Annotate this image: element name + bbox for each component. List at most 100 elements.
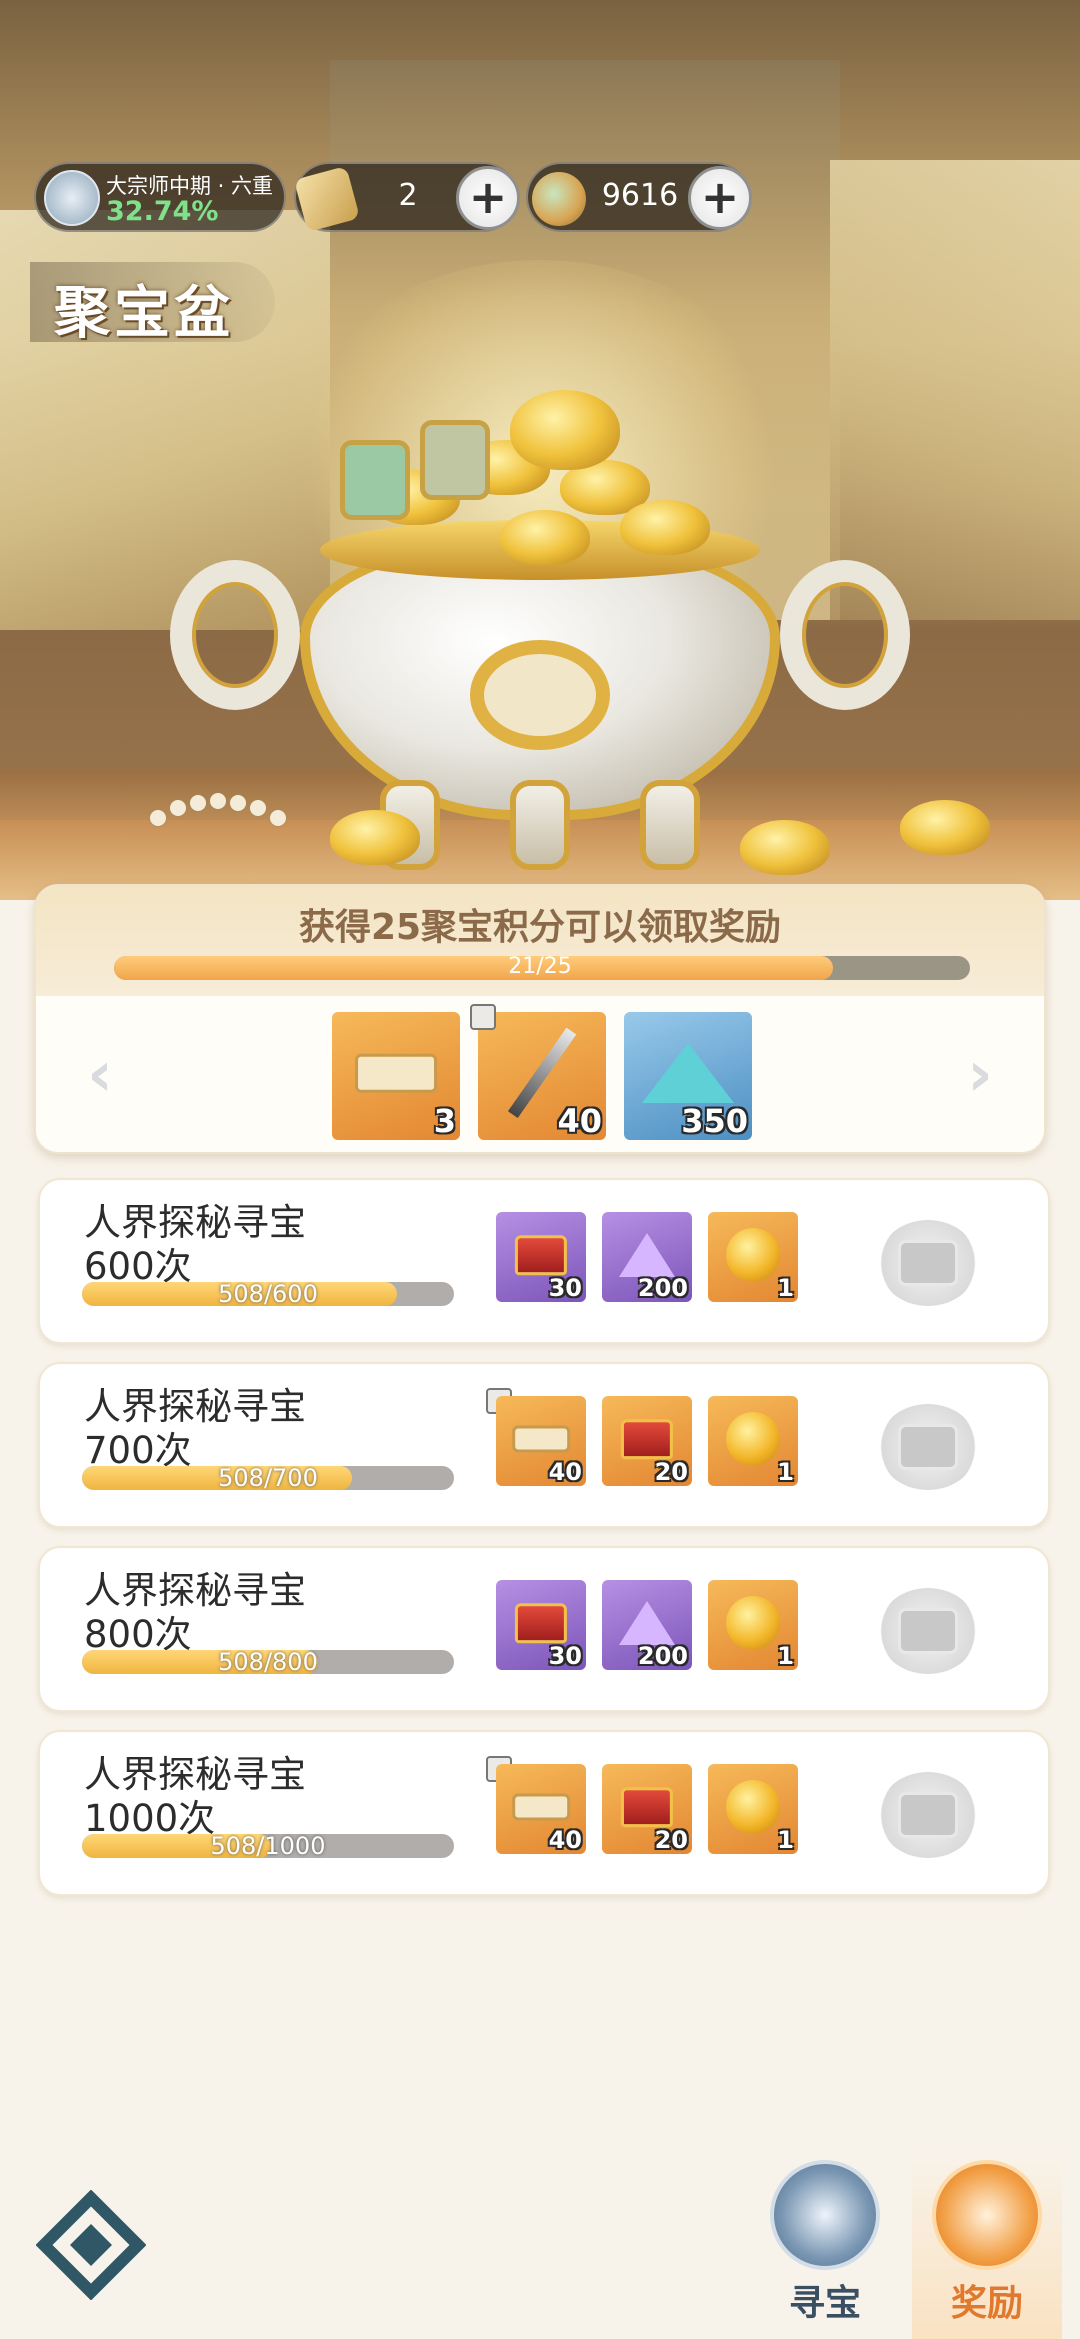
gold-ingot-icon — [740, 820, 830, 875]
teapot-icon — [510, 390, 620, 470]
currency-spirit-stone-counter: 9616 + — [526, 162, 752, 232]
add-spirit-stone-button[interactable]: + — [688, 166, 752, 230]
reward-quantity: 40 — [557, 1102, 602, 1140]
red-chest-icon — [514, 1235, 568, 1275]
gold-ingot-icon — [500, 510, 590, 565]
reward-quantity: 1 — [777, 1458, 794, 1486]
gold-coin-icon — [726, 1228, 780, 1283]
fragment-badge-icon — [470, 1004, 496, 1030]
page-title-banner: 聚宝盆 — [30, 262, 275, 346]
pot-leg — [640, 780, 700, 870]
tab-rewards[interactable]: 奖励 — [912, 2150, 1062, 2339]
reward-quantity: 1 — [777, 1274, 794, 1302]
scroll-icon — [512, 1425, 570, 1453]
reward-item-red-chest[interactable]: 20 — [602, 1396, 692, 1486]
task-progress-text: 508/1000 — [210, 1832, 326, 1860]
spirit-stone-icon — [532, 172, 586, 226]
scroll-icon — [512, 1793, 570, 1821]
gold-ingot-icon — [620, 500, 710, 555]
gold-ingot-icon — [900, 800, 990, 855]
reward-item-scroll[interactable]: 3 — [332, 1012, 460, 1140]
reward-item-scroll[interactable]: 40 — [496, 1764, 586, 1854]
cultivation-rank-badge[interactable]: 大宗师中期 · 六重 32.74% — [34, 162, 286, 232]
locked-chest-icon — [898, 1240, 958, 1286]
avatar — [44, 170, 100, 226]
reward-item-scroll[interactable]: 40 — [496, 1396, 586, 1486]
task-progress-text: 508/700 — [218, 1464, 318, 1492]
pearl-icon — [210, 793, 226, 809]
chevron-left-icon[interactable]: ‹ — [70, 1043, 130, 1106]
reward-quantity: 20 — [654, 1458, 688, 1486]
purple-gem-icon — [619, 1601, 675, 1646]
rank-progress-percent: 32.74% — [106, 196, 219, 227]
reward-quantity: 1 — [777, 1642, 794, 1670]
pearl-icon — [190, 795, 206, 811]
red-chest-icon — [514, 1603, 568, 1643]
locked-chest-icon — [898, 1608, 958, 1654]
reward-quantity: 1 — [777, 1826, 794, 1854]
pearl-icon — [150, 810, 166, 826]
claim-chest-button[interactable] — [878, 1588, 978, 1674]
menu-diamond-icon[interactable] — [36, 2190, 146, 2300]
pearl-icon — [170, 800, 186, 816]
background-panel — [830, 160, 1080, 620]
reward-item-purple-gem[interactable]: 200 — [602, 1212, 692, 1302]
task-progress-text: 508/600 — [218, 1280, 318, 1308]
rewards-icon — [932, 2160, 1042, 2270]
milestone-header: 获得25聚宝积分可以领取奖励 21/25 — [36, 886, 1044, 996]
jade-token-icon — [340, 440, 410, 520]
milestone-progress-text: 21/25 — [508, 954, 572, 979]
red-chest-icon — [620, 1787, 674, 1827]
reward-item-gold-coin[interactable]: 1 — [708, 1580, 798, 1670]
reward-item-purple-gem[interactable]: 200 — [602, 1580, 692, 1670]
chevron-right-icon[interactable]: › — [950, 1043, 1010, 1106]
reward-item-red-chest[interactable]: 30 — [496, 1212, 586, 1302]
reward-item-gold-coin[interactable]: 1 — [708, 1764, 798, 1854]
reward-item-gold-coin[interactable]: 1 — [708, 1396, 798, 1486]
crystal-icon — [642, 1043, 734, 1104]
reward-quantity: 40 — [548, 1826, 582, 1854]
currency-ticket-value: 2 — [398, 178, 418, 213]
pearl-icon — [250, 800, 266, 816]
task-row: 人界探秘寻宝 1000次 508/1000 40 20 1 — [38, 1730, 1050, 1896]
task-row: 人界探秘寻宝 800次 508/800 30 200 1 — [38, 1546, 1050, 1712]
tab-treasure-hunt[interactable]: 寻宝 — [750, 2150, 900, 2339]
jade-token-icon — [420, 420, 490, 500]
reward-quantity: 30 — [548, 1642, 582, 1670]
claim-chest-button[interactable] — [878, 1404, 978, 1490]
reward-item-red-chest[interactable]: 30 — [496, 1580, 586, 1670]
red-chest-icon — [620, 1419, 674, 1459]
gold-coin-icon — [726, 1412, 780, 1467]
reward-item-crystal[interactable]: 350 — [624, 1012, 752, 1140]
page-title: 聚宝盆 — [54, 281, 234, 346]
reward-quantity: 200 — [637, 1274, 688, 1302]
claim-chest-button[interactable] — [878, 1220, 978, 1306]
milestone-requirement-text: 获得25聚宝积分可以领取奖励 — [298, 907, 782, 948]
reward-quantity: 350 — [681, 1102, 748, 1140]
purple-gem-icon — [619, 1233, 675, 1278]
treasure-ticket-icon — [293, 165, 361, 233]
reward-item-spear[interactable]: 40 — [478, 1012, 606, 1140]
gold-coin-icon — [726, 1596, 780, 1651]
scroll-icon — [355, 1054, 437, 1093]
reward-quantity: 3 — [433, 1102, 456, 1140]
add-ticket-button[interactable]: + — [456, 166, 520, 230]
pot-handle-right — [780, 560, 910, 710]
reward-item-gold-coin[interactable]: 1 — [708, 1212, 798, 1302]
task-row: 人界探秘寻宝 600次 508/600 30 200 1 — [38, 1178, 1050, 1344]
pearl-icon — [270, 810, 286, 826]
milestone-reward-card: 获得25聚宝积分可以领取奖励 21/25 ‹ › 3 40 350 — [34, 884, 1046, 1154]
reward-item-red-chest[interactable]: 20 — [602, 1764, 692, 1854]
reward-quantity: 40 — [548, 1458, 582, 1486]
treasure-bowl-scene — [0, 0, 1080, 900]
locked-chest-icon — [898, 1792, 958, 1838]
task-row: 人界探秘寻宝 700次 508/700 40 20 1 — [38, 1362, 1050, 1528]
gold-coin-icon — [726, 1780, 780, 1835]
reward-quantity: 200 — [637, 1642, 688, 1670]
reward-quantity: 30 — [548, 1274, 582, 1302]
task-progress-text: 508/800 — [218, 1648, 318, 1676]
tab-label: 寻宝 — [788, 2283, 861, 2324]
tab-label: 奖励 — [950, 2283, 1023, 2324]
pot-handle-left — [170, 560, 300, 710]
claim-chest-button[interactable] — [878, 1772, 978, 1858]
